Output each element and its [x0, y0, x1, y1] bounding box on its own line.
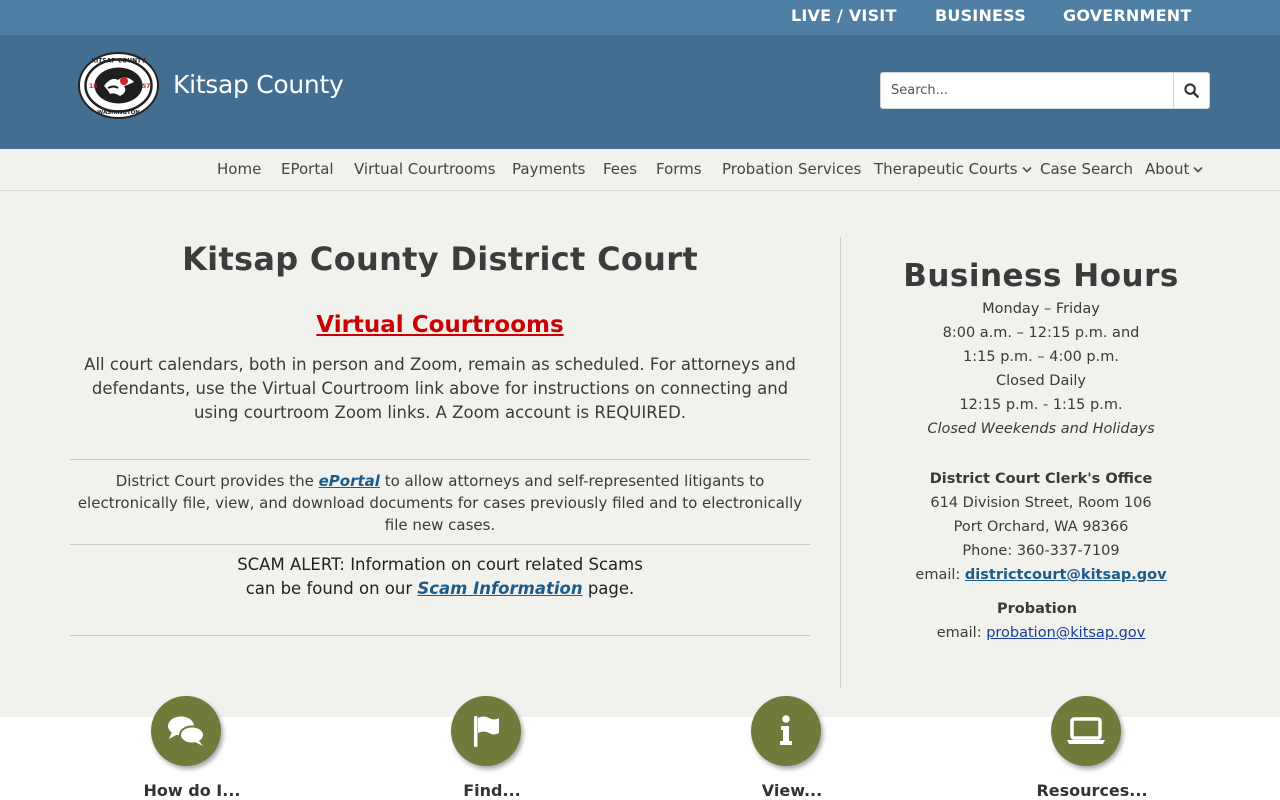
svg-text:WASHINGTON: WASHINGTON [97, 110, 140, 116]
chat-icon [168, 716, 205, 746]
business-hours-title: Business Hours [903, 258, 1179, 294]
page-title: Kitsap County District Court [182, 240, 698, 278]
top-utility-bar: LIVE / VISIT BUSINESS GOVERNMENT [0, 0, 1280, 35]
court-calendar-notice: All court calendars, both in person and … [84, 355, 796, 422]
nav-item-forms[interactable]: Forms [656, 160, 702, 178]
top-link-business[interactable]: BUSINESS [935, 6, 1026, 25]
site-header: KITSAP COUNTY WASHINGTON 18 57 Kitsap Co… [0, 35, 1280, 149]
chevron-down-icon [1021, 166, 1032, 173]
hours-line: Closed Daily [995, 373, 1086, 389]
divider [70, 635, 810, 636]
search-button[interactable] [1173, 72, 1210, 109]
how-do-i-button[interactable] [151, 696, 221, 766]
hours-line: 1:15 p.m. – 4:00 p.m. [963, 349, 1119, 365]
closed-notice: Closed Weekends and Holidays [927, 421, 1155, 437]
eportal-link[interactable]: ePortal [319, 472, 380, 490]
view-button[interactable] [751, 696, 821, 766]
laptop-icon [1067, 717, 1105, 744]
column-divider [840, 237, 841, 688]
view-label[interactable]: View... [692, 781, 892, 800]
svg-text:18: 18 [89, 83, 97, 90]
main-navigation: Home EPortal Virtual Courtrooms Payments… [0, 149, 1280, 191]
scam-information-link[interactable]: Scam Information [417, 579, 582, 598]
search-input[interactable] [880, 72, 1174, 109]
divider [70, 544, 810, 545]
info-icon [780, 715, 792, 745]
probation-email-link[interactable]: probation@kitsap.gov [986, 625, 1145, 641]
hours-line: 12:15 p.m. - 1:15 p.m. [959, 397, 1123, 413]
eportal-description: District Court provides the ePortal to a… [77, 472, 803, 534]
site-brand-title[interactable]: Kitsap County [173, 70, 344, 99]
svg-text:KITSAP COUNTY: KITSAP COUNTY [91, 58, 146, 65]
clerk-email-link[interactable]: districtcourt@kitsap.gov [965, 567, 1167, 583]
nav-item-home[interactable]: Home [217, 160, 261, 178]
nav-item-case-search[interactable]: Case Search [1040, 160, 1133, 178]
resources-label[interactable]: Resources... [992, 781, 1192, 800]
nav-item-about[interactable]: About [1145, 160, 1203, 178]
resources-button[interactable] [1051, 696, 1121, 766]
svg-text:57: 57 [142, 83, 150, 90]
find-label[interactable]: Find... [392, 781, 592, 800]
how-do-i-label[interactable]: How do I... [92, 781, 292, 800]
chevron-down-icon [1193, 166, 1203, 173]
top-link-government[interactable]: GOVERNMENT [1063, 6, 1191, 25]
top-link-live-visit[interactable]: LIVE / VISIT [791, 6, 897, 25]
nav-item-therapeutic-courts[interactable]: Therapeutic Courts [874, 160, 1032, 178]
kitsap-county-seal-logo[interactable]: KITSAP COUNTY WASHINGTON 18 57 [78, 52, 159, 119]
nav-item-payments[interactable]: Payments [512, 160, 585, 178]
virtual-courtrooms-link[interactable]: Virtual Courtrooms [316, 312, 563, 338]
search-icon [1184, 83, 1199, 98]
phone-number: Phone: 360-337-7109 [962, 543, 1120, 559]
probation-title: Probation [996, 601, 1078, 617]
find-button[interactable] [451, 696, 521, 766]
address-line: Port Orchard, WA 98366 [953, 519, 1129, 535]
clerk-office-title: District Court Clerk's Office [929, 471, 1153, 487]
divider [70, 459, 810, 460]
business-hours-panel: Business Hours Monday – Friday 8:00 a.m.… [880, 255, 1202, 645]
nav-item-virtual-courtrooms[interactable]: Virtual Courtrooms [354, 160, 496, 178]
scam-alert: SCAM ALERT: Information on court related… [237, 555, 643, 598]
probation-email: email: probation@kitsap.gov [936, 625, 1146, 641]
nav-item-probation-services[interactable]: Probation Services [722, 160, 861, 178]
clerk-email: email: districtcourt@kitsap.gov [915, 567, 1167, 583]
flag-icon [474, 716, 499, 747]
hours-line: Monday – Friday [982, 301, 1100, 317]
address-line: 614 Division Street, Room 106 [930, 495, 1152, 511]
hours-line: 8:00 a.m. – 12:15 p.m. and [942, 325, 1140, 341]
nav-item-fees[interactable]: Fees [603, 160, 637, 178]
virtual-courtrooms-heading: Virtual Courtrooms [70, 312, 810, 338]
nav-item-eportal[interactable]: EPortal [281, 160, 334, 178]
